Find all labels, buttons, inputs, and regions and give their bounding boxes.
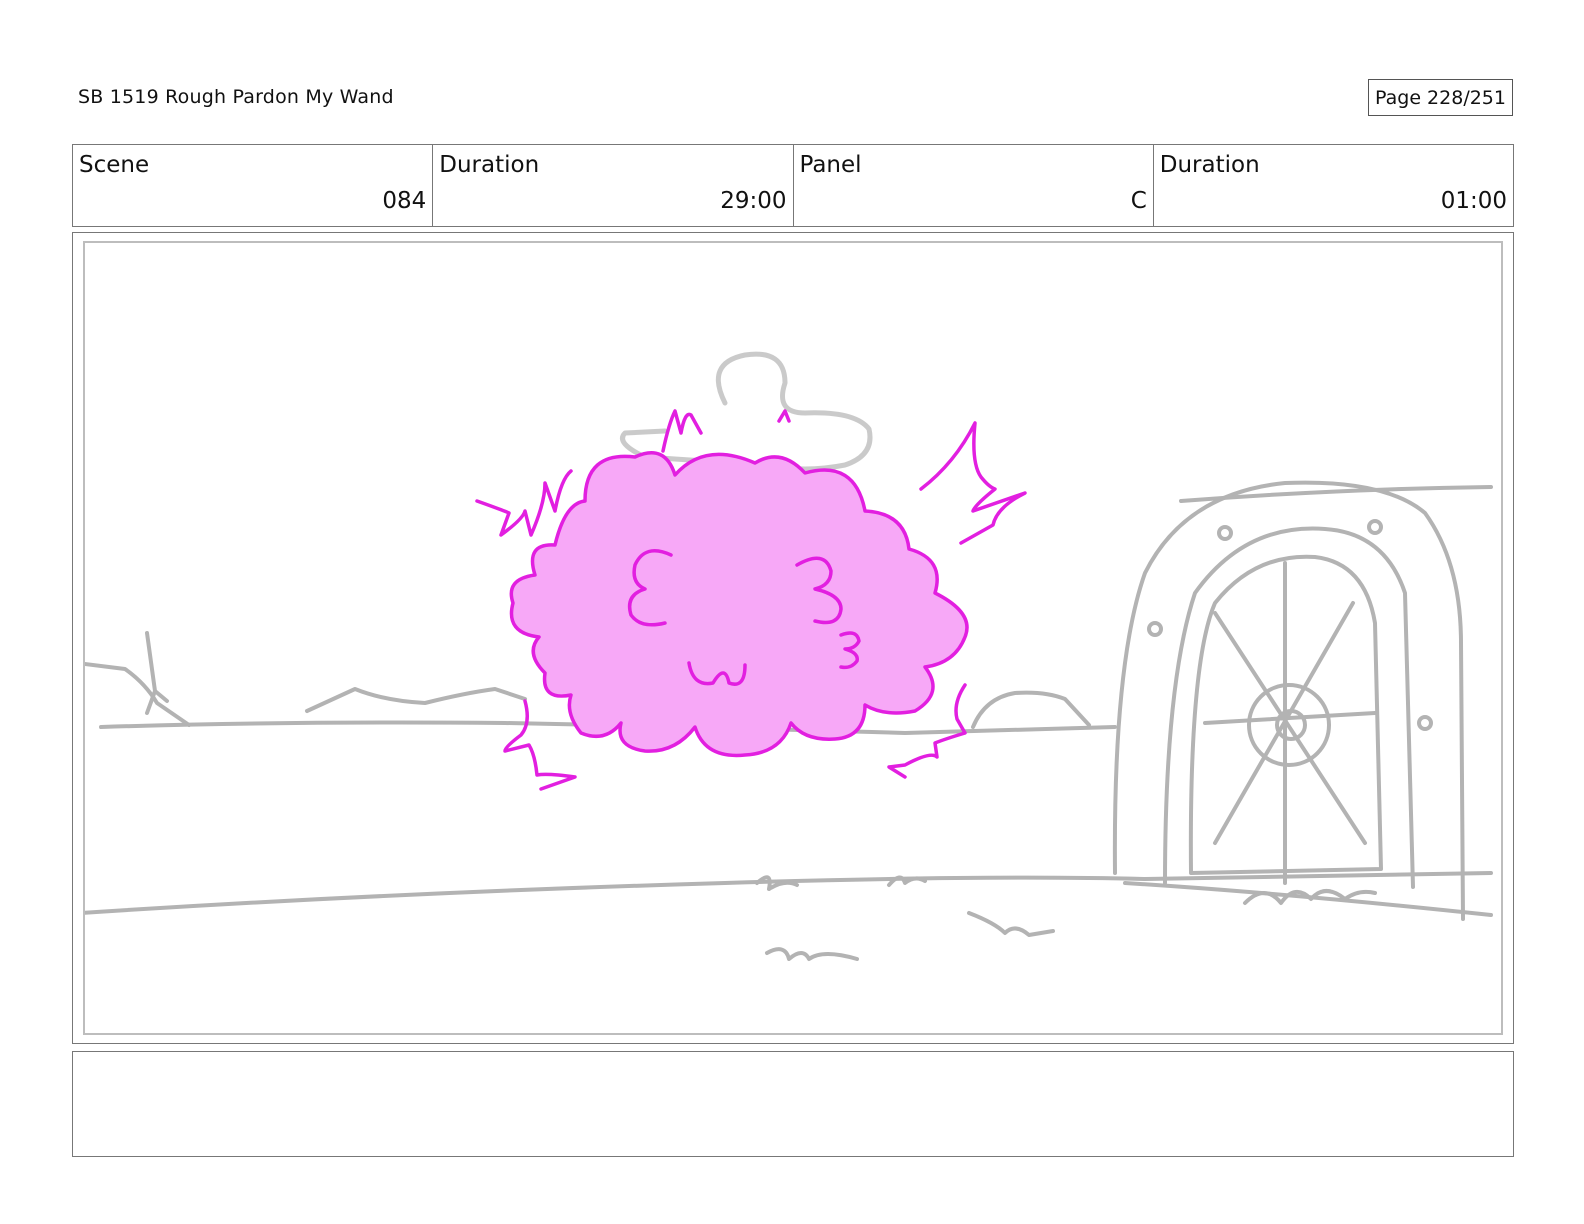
storyboard-panel-frame xyxy=(72,232,1514,1044)
storyboard-panel-drawing xyxy=(83,241,1503,1035)
scene-value: 084 xyxy=(382,188,427,214)
poof-sparkle xyxy=(475,469,573,537)
poof-sparkle xyxy=(661,409,703,453)
panel-duration-cell: Duration 01:00 xyxy=(1154,145,1513,226)
left-hills-sketch xyxy=(85,661,191,727)
poof-sparkle xyxy=(777,409,791,423)
scene-info-table: Scene 084 Duration 29:00 Panel C Duratio… xyxy=(72,144,1514,227)
grass-tuft-sketch xyxy=(967,911,1055,937)
poof-cloud-shape xyxy=(509,451,969,758)
hatch-bolt-sketch xyxy=(1417,715,1433,731)
scene-duration-label: Duration xyxy=(439,152,540,178)
hatch-bottom-edge-sketch xyxy=(1123,881,1493,917)
hatch-bolt-sketch xyxy=(1367,519,1383,535)
middle-hill-sketch xyxy=(305,687,527,713)
scene-cell: Scene 084 xyxy=(73,145,434,226)
hatch-wheel-spokes-sketch xyxy=(1203,561,1377,885)
poof-sparkle xyxy=(503,699,577,791)
poof-sparkle xyxy=(919,421,1027,545)
panel-label: Panel xyxy=(799,152,862,178)
hatch-bolt-sketch xyxy=(1147,621,1163,637)
document-title: SB 1519 Rough Pardon My Wand xyxy=(78,86,394,108)
hatch-top-edge-sketch xyxy=(1179,485,1493,503)
page-number-badge: Page 228/251 xyxy=(1368,79,1513,116)
panel-cell: Panel C xyxy=(794,145,1154,226)
right-hill-sketch xyxy=(971,690,1091,729)
panel-sketch xyxy=(85,351,1493,961)
panel-value: C xyxy=(1130,188,1147,214)
scene-label: Scene xyxy=(79,152,150,178)
scene-duration-value: 29:00 xyxy=(720,188,787,214)
hatch-bolt-sketch xyxy=(1217,525,1233,541)
grass-tuft-sketch xyxy=(765,947,859,961)
panel-duration-value: 01:00 xyxy=(1440,188,1507,214)
background-object-sketch xyxy=(620,351,873,472)
panel-duration-label: Duration xyxy=(1159,152,1260,178)
panel-notes-box xyxy=(72,1051,1514,1157)
scene-duration-cell: Duration 29:00 xyxy=(433,145,794,226)
